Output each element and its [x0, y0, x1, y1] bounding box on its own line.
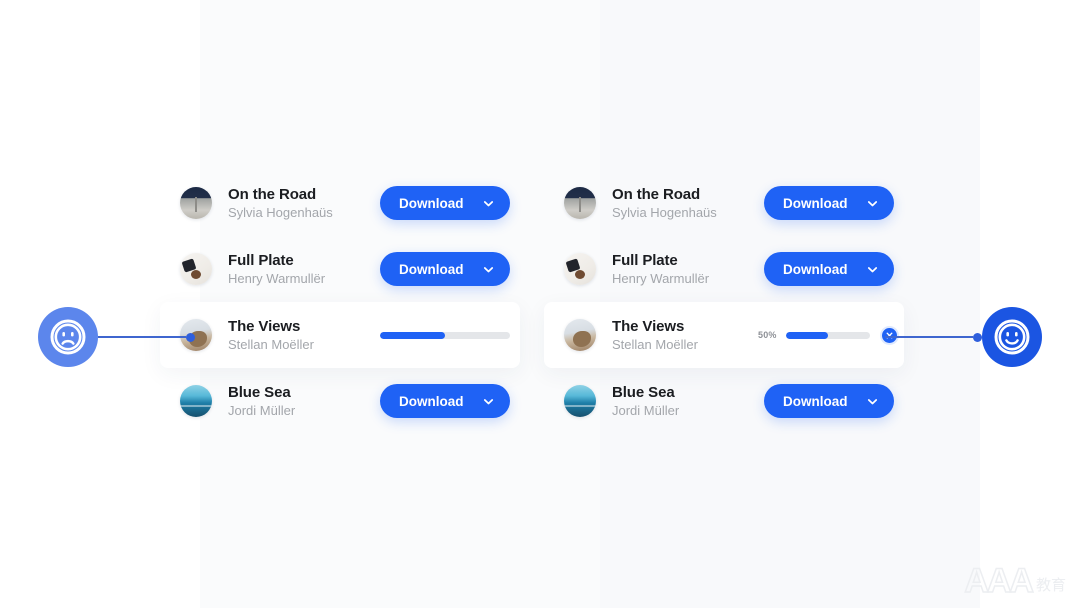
- row-action: 50%: [758, 318, 897, 352]
- progress-percent-label: 50%: [758, 330, 777, 340]
- connector-dot: [186, 332, 195, 342]
- download-list-before: On the Road Sylvia Hogenhaüs Download Full …: [160, 170, 520, 434]
- row-action: Download: [380, 252, 510, 286]
- download-row: Blue Sea Jordi Müller Download: [544, 368, 904, 434]
- track-meta: On the Road Sylvia Hogenhaüs: [228, 185, 374, 222]
- happy-face-icon: [982, 307, 1042, 367]
- track-title: The Views: [612, 317, 685, 335]
- download-button-label: Download: [783, 195, 848, 211]
- download-button[interactable]: Download: [380, 252, 510, 286]
- track-artist: Henry Warmullër: [612, 270, 710, 286]
- track-title: On the Road: [612, 185, 701, 203]
- watermark-latin: AAA: [964, 562, 1035, 600]
- download-button[interactable]: Download: [764, 384, 894, 418]
- row-action: Download: [380, 384, 510, 418]
- download-button[interactable]: Download: [380, 384, 510, 418]
- chevron-down-icon[interactable]: [483, 396, 494, 407]
- row-action: Download: [764, 186, 894, 220]
- track-title: On the Road: [228, 185, 317, 203]
- track-artist: Stellan Moëller: [228, 336, 314, 352]
- watermark-cjk: 教育: [1035, 576, 1066, 594]
- download-row: On the Road Sylvia Hogenhaüs Download: [544, 170, 904, 236]
- download-row: Full Plate Henry Warmullër Download: [544, 236, 904, 302]
- row-action: Download: [764, 384, 894, 418]
- track-meta: The Views Stellan Moëller: [612, 317, 758, 354]
- download-button-label: Download: [783, 393, 848, 409]
- download-button-label: Download: [399, 195, 464, 211]
- track-artwork-avatar: [564, 319, 596, 351]
- track-artwork-avatar: [564, 385, 596, 417]
- track-meta: Blue Sea Jordi Müller: [612, 383, 758, 420]
- track-artwork-avatar: [180, 187, 212, 219]
- track-artist: Henry Warmullër: [228, 270, 326, 286]
- sad-face-icon: [38, 307, 98, 367]
- track-meta: On the Road Sylvia Hogenhaüs: [612, 185, 758, 222]
- progress-fill: [785, 331, 828, 339]
- download-button-label: Download: [399, 261, 464, 277]
- download-row: The Views Stellan Moëller: [160, 302, 520, 368]
- track-title: Blue Sea: [612, 383, 675, 401]
- watermark: AAA 教育: [964, 562, 1066, 600]
- chevron-down-icon[interactable]: [867, 198, 878, 209]
- connector-line-before: [98, 332, 195, 342]
- track-meta: The Views Stellan Moëller: [228, 317, 374, 354]
- track-title: Full Plate: [612, 251, 678, 269]
- download-row: Full Plate Henry Warmullër Download: [160, 236, 520, 302]
- track-meta: Blue Sea Jordi Müller: [228, 383, 374, 420]
- track-artwork-avatar: [180, 385, 212, 417]
- progress-track[interactable]: [380, 331, 510, 339]
- row-action: Download: [764, 252, 894, 286]
- download-button-label: Download: [399, 393, 464, 409]
- download-progress: [380, 318, 510, 352]
- download-row: Blue Sea Jordi Müller Download: [160, 368, 520, 434]
- download-button[interactable]: Download: [380, 186, 510, 220]
- progress-track[interactable]: [785, 331, 870, 339]
- row-action: Download: [380, 186, 510, 220]
- chevron-down-icon[interactable]: [867, 264, 878, 275]
- chevron-down-icon[interactable]: [483, 198, 494, 209]
- track-artist: Sylvia Hogenhaüs: [612, 204, 717, 220]
- download-row: The Views Stellan Moëller 50%: [544, 302, 904, 368]
- download-row: On the Road Sylvia Hogenhaüs Download: [160, 170, 520, 236]
- track-artist: Jordi Müller: [612, 402, 680, 418]
- track-title: Full Plate: [228, 251, 294, 269]
- track-artist: Stellan Moëller: [612, 336, 698, 352]
- connector-dot: [973, 332, 982, 342]
- connector-line-after: [885, 332, 982, 342]
- track-artist: Jordi Müller: [228, 402, 296, 418]
- download-progress: 50%: [758, 318, 897, 352]
- track-artist: Sylvia Hogenhaüs: [228, 204, 333, 220]
- track-title: The Views: [228, 317, 301, 335]
- download-list-after: On the Road Sylvia Hogenhaüs Download Full …: [544, 170, 904, 434]
- progress-fill: [380, 331, 445, 339]
- track-artwork-avatar: [564, 187, 596, 219]
- track-artwork-avatar: [564, 253, 596, 285]
- chevron-down-icon[interactable]: [867, 396, 878, 407]
- track-meta: Full Plate Henry Warmullër: [612, 251, 758, 288]
- state-indicator-before: [38, 307, 195, 367]
- state-indicator-after: [885, 307, 1042, 367]
- download-button[interactable]: Download: [764, 186, 894, 220]
- row-action: [380, 318, 510, 352]
- download-button[interactable]: Download: [764, 252, 894, 286]
- track-title: Blue Sea: [228, 383, 291, 401]
- download-button-label: Download: [783, 261, 848, 277]
- track-artwork-avatar: [180, 253, 212, 285]
- track-meta: Full Plate Henry Warmullër: [228, 251, 374, 288]
- chevron-down-icon[interactable]: [483, 264, 494, 275]
